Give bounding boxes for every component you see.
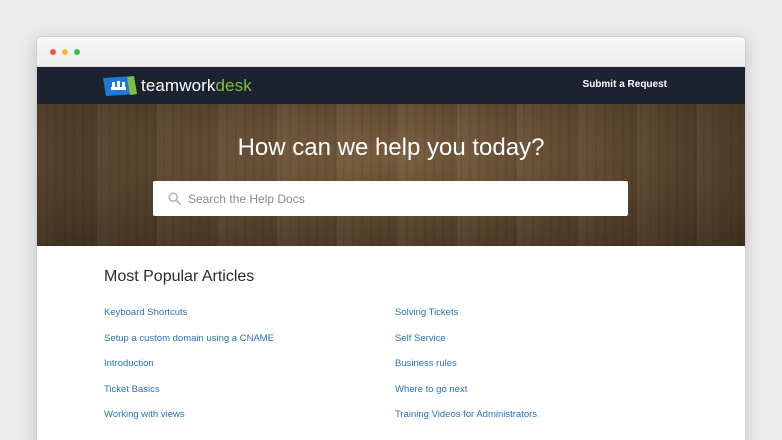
- window-titlebar: [37, 37, 745, 67]
- teamwork-desk-logo[interactable]: teamworkdesk: [103, 75, 252, 97]
- zoom-window-button[interactable]: [74, 49, 80, 55]
- hero-banner: How can we help you today?: [37, 104, 745, 246]
- close-window-button[interactable]: [50, 49, 56, 55]
- logo-word-team: teamwork: [141, 76, 216, 95]
- logo-word-desk: desk: [215, 76, 252, 95]
- article-link-self-service[interactable]: Self Service: [395, 333, 695, 345]
- search-input[interactable]: [188, 191, 608, 206]
- article-link-ticket-basics[interactable]: Ticket Basics: [104, 384, 395, 396]
- article-link-where-to-go-next[interactable]: Where to go next: [395, 384, 695, 396]
- article-link-solving-tickets[interactable]: Solving Tickets: [395, 307, 695, 319]
- logo-wordmark: teamworkdesk: [141, 76, 252, 96]
- main-content: Most Popular Articles Keyboard Shortcuts…: [37, 246, 745, 421]
- article-link-working-with-views[interactable]: Working with views: [104, 409, 395, 421]
- teamwork-logo-icon: [103, 75, 137, 97]
- popular-articles-title: Most Popular Articles: [104, 268, 255, 285]
- article-link-business-rules[interactable]: Business rules: [395, 358, 695, 370]
- article-link-keyboard-shortcuts[interactable]: Keyboard Shortcuts: [104, 307, 395, 319]
- site-navbar: teamworkdesk Submit a Request: [37, 67, 745, 104]
- article-link-training-videos[interactable]: Training Videos for Administrators: [395, 409, 695, 421]
- search-icon: [164, 189, 184, 209]
- help-search-box[interactable]: [153, 181, 628, 216]
- submit-request-link[interactable]: Submit a Request: [583, 79, 667, 90]
- hero-title: How can we help you today?: [237, 134, 545, 161]
- article-link-custom-domain-cname[interactable]: Setup a custom domain using a CNAME: [104, 333, 395, 345]
- minimize-window-button[interactable]: [62, 49, 68, 55]
- popular-articles-list: Keyboard Shortcuts Solving Tickets Setup…: [104, 307, 745, 421]
- article-link-introduction[interactable]: Introduction: [104, 358, 395, 370]
- browser-window: teamworkdesk Submit a Request How can we…: [36, 36, 746, 440]
